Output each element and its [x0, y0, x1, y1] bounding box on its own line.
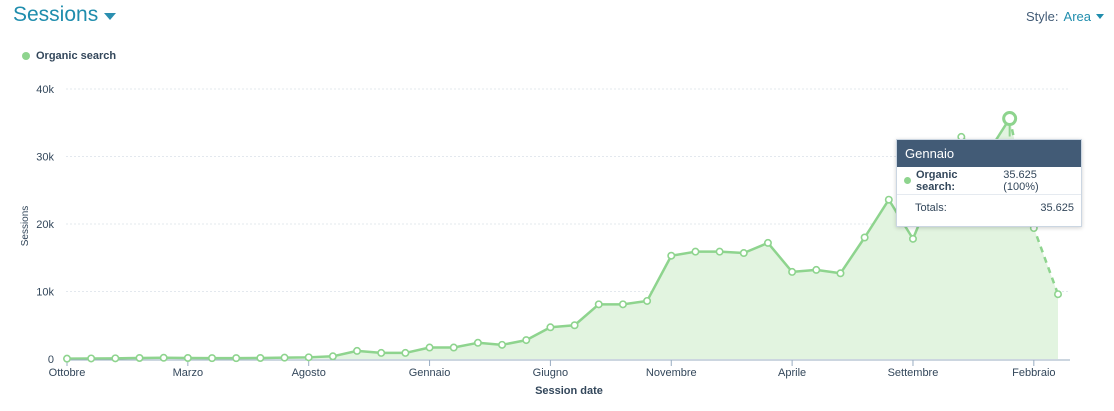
x-axis-title: Session date — [535, 385, 603, 397]
data-point — [594, 300, 603, 309]
x-tick-label: Ottobre — [49, 367, 86, 379]
data-point — [739, 249, 748, 258]
data-point — [183, 353, 192, 362]
tooltip-title: Gennaio — [897, 140, 1081, 167]
x-tick-label: Novembre — [646, 367, 697, 379]
x-tick-label: Aprile — [778, 367, 806, 379]
data-point — [328, 352, 337, 361]
data-tooltip: Gennaio Organic search: 35.625 (100%) To… — [896, 139, 1082, 227]
y-tick-label: 40k — [36, 84, 54, 96]
tooltip-total-row: Totals: 35.625 — [897, 194, 1081, 221]
data-point — [111, 354, 120, 363]
data-point — [715, 247, 724, 256]
data-point — [353, 346, 362, 355]
data-point — [280, 353, 289, 362]
tooltip-series-value: 35.625 (100%) — [1003, 168, 1039, 193]
data-point — [1054, 290, 1063, 299]
highlighted-data-point — [1002, 111, 1018, 127]
data-point — [425, 343, 434, 352]
x-tick-label: Marzo — [173, 367, 204, 379]
y-axis-title: Sessions — [20, 206, 31, 247]
data-point — [449, 343, 458, 352]
data-point — [788, 267, 797, 276]
data-point — [908, 234, 917, 243]
data-point — [884, 195, 893, 204]
x-tick-label: Gennaio — [409, 367, 451, 379]
data-point — [570, 321, 579, 330]
series-marker-icon — [904, 177, 911, 184]
data-point — [643, 296, 652, 305]
data-point — [473, 338, 482, 347]
data-point — [135, 353, 144, 362]
data-point — [667, 251, 676, 260]
y-tick-label: 30k — [36, 152, 54, 164]
tooltip-series-row: Organic search: 35.625 (100%) — [897, 167, 1081, 194]
data-point — [498, 340, 507, 349]
data-point — [401, 348, 410, 357]
y-tick-label: 20k — [36, 219, 54, 231]
y-tick-label: 10k — [36, 287, 54, 299]
tooltip-total-label: Totals: — [915, 202, 947, 214]
data-point — [691, 247, 700, 256]
data-point — [860, 233, 869, 242]
data-point — [763, 238, 772, 247]
data-point — [232, 354, 241, 363]
x-tick-label: Settembre — [888, 367, 939, 379]
data-point — [256, 353, 265, 362]
x-tick-label: Febbraio — [1012, 367, 1055, 379]
data-point — [812, 265, 821, 274]
data-point — [377, 348, 386, 357]
data-point — [87, 354, 96, 363]
tooltip-total-value: 35.625 — [1040, 202, 1074, 214]
tooltip-series-label: Organic search: — [915, 168, 958, 193]
x-tick-label: Agosto — [292, 367, 326, 379]
data-point — [62, 354, 71, 363]
data-point — [208, 354, 217, 363]
data-point — [522, 336, 531, 345]
data-point — [546, 323, 555, 332]
data-point — [836, 269, 845, 278]
y-tick-label: 0 — [48, 354, 54, 366]
data-point — [618, 300, 627, 309]
x-tick-label: Giugno — [533, 367, 568, 379]
data-point — [159, 353, 168, 362]
data-point — [304, 353, 313, 362]
